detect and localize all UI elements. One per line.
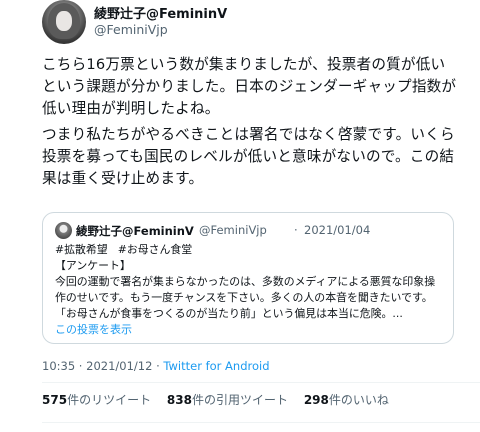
tweet-meta: 10:35 · 2021/01/12 · Twitter for Android xyxy=(42,359,270,373)
hashtag-link[interactable]: #お母さん食堂 xyxy=(118,243,192,256)
hashtag-link[interactable]: #拡散希望 xyxy=(55,243,108,256)
meta-separator: · xyxy=(75,359,87,373)
likes-count[interactable]: 298 xyxy=(304,393,329,407)
tweet-time[interactable]: 10:35 xyxy=(42,359,75,373)
show-poll-link[interactable]: この投票を表示 xyxy=(55,321,132,337)
quote-tweets-label[interactable]: 件の引用ツイート xyxy=(192,393,288,407)
tweet-date[interactable]: 2021/01/12 xyxy=(86,359,152,373)
quoted-line-survey: 【アンケート】 xyxy=(55,259,131,272)
tweet-paragraph-2: つまり私たちがやるべきことは署名ではなく啓蒙です。いくら投票を募っても国民のレベ… xyxy=(42,126,455,187)
quoted-hashtags: #拡散希望 #お母さん食堂 xyxy=(55,242,443,258)
avatar[interactable] xyxy=(42,0,86,44)
quote-tweets-count[interactable]: 838 xyxy=(167,393,192,407)
tweet-header: 綾野辻子@FemininV @FeminiVjp xyxy=(42,0,462,44)
retweets-count[interactable]: 575 xyxy=(42,393,67,407)
tweet-source[interactable]: Twitter for Android xyxy=(163,359,269,373)
quoted-tweet-body: #拡散希望 #お母さん食堂 【アンケート】 今回の運動で署名が集まらなかったのは、… xyxy=(55,242,443,322)
quoted-tweet[interactable]: 綾野辻子@FemininV @FeminiVjp · 2021/01/04 #拡… xyxy=(42,212,454,344)
quoted-body-text: 今回の運動で署名が集まらなかったのは、多数のメディアによる悪質な印象操作のせいで… xyxy=(55,275,436,320)
retweets-label[interactable]: 件のリツイート xyxy=(67,393,151,407)
quoted-avatar xyxy=(55,222,72,239)
quoted-display-name: 綾野辻子@FemininV xyxy=(76,224,194,238)
author-handle[interactable]: @FeminiVjp xyxy=(94,22,168,37)
likes-label[interactable]: 件のいいね xyxy=(329,393,389,407)
quoted-date: 2021/01/04 xyxy=(304,223,371,237)
meta-separator: · xyxy=(152,359,164,373)
quoted-handle: @FeminiVjp xyxy=(199,223,267,237)
tweet-stats: 575件のリツイート 838件の引用ツイート 298件のいいね xyxy=(42,391,401,408)
tweet-paragraph-1: こちら16万票という数が集まりましたが、投票者の質が低いという課題が分かりました… xyxy=(42,56,457,117)
avatar-face xyxy=(56,11,72,31)
divider xyxy=(42,382,480,383)
quoted-separator-dot: · xyxy=(294,223,298,237)
author-display-name[interactable]: 綾野辻子@FemininV xyxy=(94,3,227,22)
divider xyxy=(42,422,480,423)
